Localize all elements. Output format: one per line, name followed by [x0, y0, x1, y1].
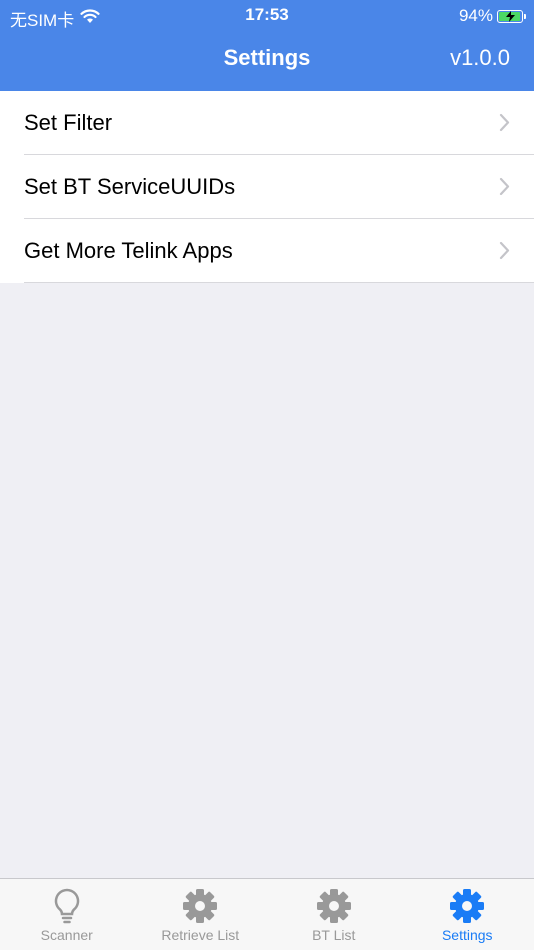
battery-indicator: 94%	[459, 6, 526, 26]
gear-icon	[449, 887, 485, 925]
battery-percent: 94%	[458, 6, 493, 25]
battery-icon	[497, 9, 523, 23]
charging-bolt-icon	[506, 10, 515, 22]
settings-item-set-bt-service-uuids[interactable]: Set BT ServiceUUIDs	[0, 155, 534, 219]
chevron-right-icon	[499, 241, 510, 260]
settings-item-get-more-telink-apps[interactable]: Get More Telink Apps	[0, 219, 534, 283]
tab-settings[interactable]: Settings	[401, 879, 534, 950]
battery-tip	[524, 13, 526, 19]
tab-scanner[interactable]: Scanner	[0, 879, 134, 950]
tab-label: Retrieve List	[161, 927, 240, 943]
settings-item-set-filter[interactable]: Set Filter	[0, 91, 534, 155]
chevron-right-icon	[499, 177, 510, 196]
settings-item-label: Get More Telink Apps	[24, 238, 233, 263]
tab-label: BT List	[312, 927, 356, 943]
lightbulb-icon	[54, 887, 80, 925]
tab-label: Settings	[441, 927, 493, 943]
settings-list: Set Filter Set BT ServiceUUIDs Get More …	[0, 91, 534, 283]
tab-bar: Scanner Retrieve List BT List Settings	[0, 878, 534, 950]
settings-item-label: Set Filter	[24, 110, 113, 135]
version-label: v1.0.0	[450, 45, 510, 70]
status-time: 17:53	[245, 5, 289, 24]
chevron-right-icon	[499, 113, 510, 132]
tab-label: Scanner	[40, 927, 93, 943]
gear-icon	[182, 887, 218, 925]
tab-bt-list[interactable]: BT List	[267, 879, 401, 950]
settings-item-label: Set BT ServiceUUIDs	[24, 174, 236, 199]
navigation-header: 无SIM卡 17:53 94% Settings v1.0.0	[0, 0, 534, 91]
tab-retrieve-list[interactable]: Retrieve List	[134, 879, 268, 950]
gear-icon	[316, 887, 352, 925]
status-bar: 无SIM卡 17:53 94%	[0, 0, 534, 30]
